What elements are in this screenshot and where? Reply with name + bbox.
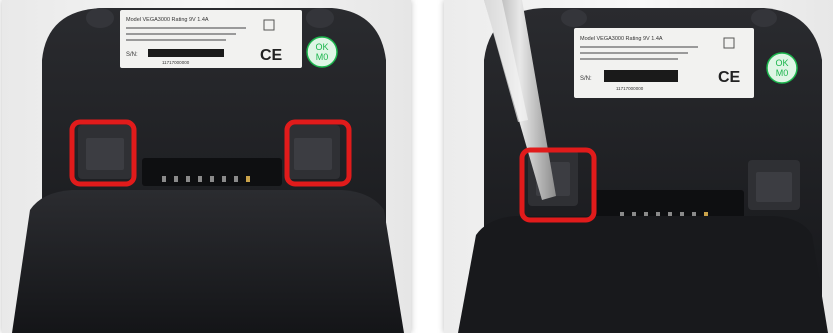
barcode	[604, 70, 678, 82]
label-serial: 11717000000	[616, 86, 644, 91]
terminal-back-illustration-with-tool: Model VEGA3000 Rating 9V 1.4A S/N: 11717…	[444, 0, 833, 333]
label-model-line: Model VEGA3000 Rating 9V 1.4A	[580, 36, 663, 42]
rating-label: Model VEGA3000 Rating 9V 1.4A S/N: 11717…	[120, 10, 302, 68]
ok-badge: OK M0	[306, 36, 338, 68]
label-sn: S/N:	[126, 52, 138, 58]
terminal-back-illustration: Model VEGA3000 Rating 9V 1.4A S/N: 11717…	[2, 0, 411, 333]
front-cover	[12, 190, 404, 333]
label-serial: 11717000000	[162, 60, 190, 65]
rating-label: Model VEGA3000 Rating 9V 1.4A S/N: 11717…	[574, 28, 754, 98]
photo-prying-latch: Model VEGA3000 Rating 9V 1.4A S/N: 11717…	[444, 0, 833, 333]
photo-latch-locations: Model VEGA3000 Rating 9V 1.4A S/N: 11717…	[2, 0, 411, 333]
front-cover	[458, 216, 828, 333]
ce-mark: CE	[718, 69, 741, 86]
ok-badge-text: OK M0	[775, 58, 788, 78]
barcode	[148, 49, 224, 57]
ok-badge: OK M0	[766, 52, 798, 84]
label-sn: S/N:	[580, 76, 592, 82]
ce-mark: CE	[260, 47, 283, 64]
label-model-line: Model VEGA3000 Rating 9V 1.4A	[126, 17, 209, 23]
ok-badge-text: OK M0	[315, 42, 328, 62]
